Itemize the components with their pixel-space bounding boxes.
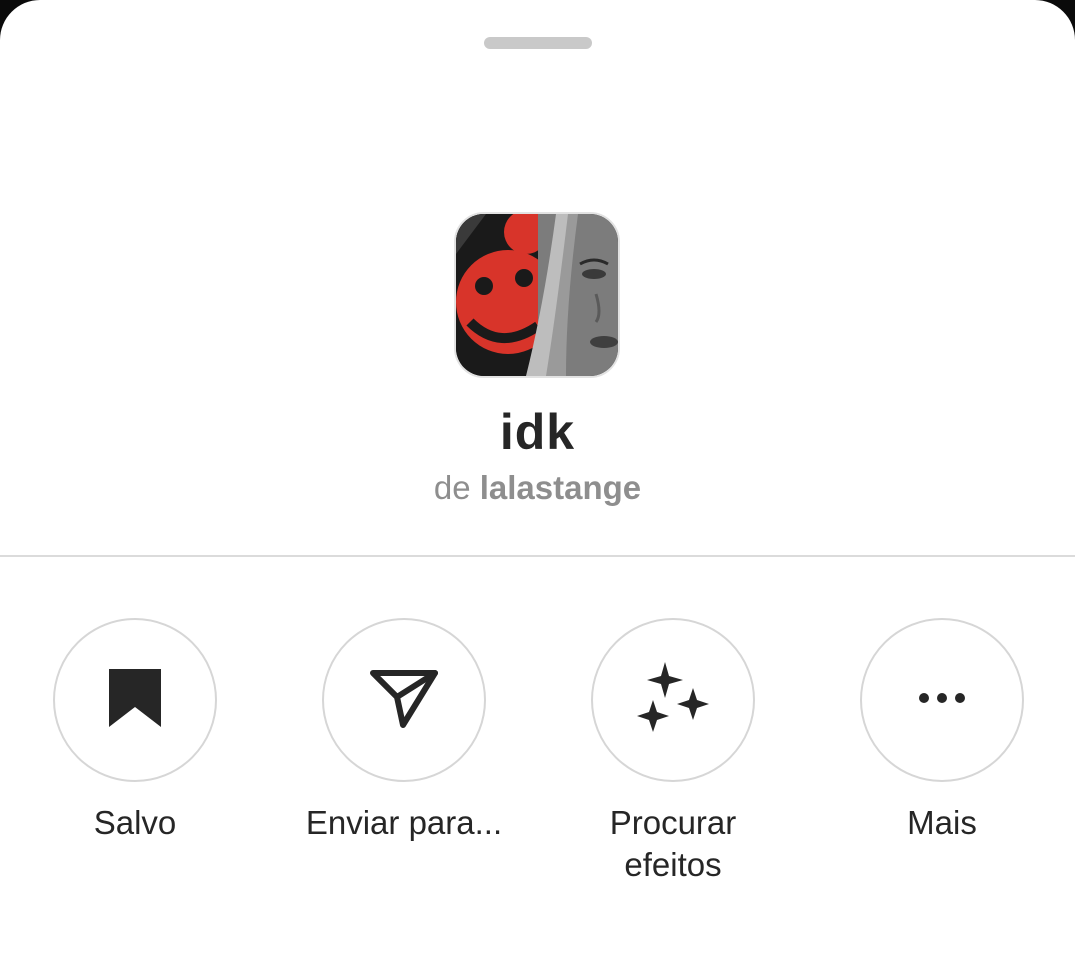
send-action[interactable]: Enviar para... — [284, 618, 524, 844]
send-icon — [369, 667, 439, 734]
more-action[interactable]: Mais — [822, 618, 1062, 844]
send-button[interactable] — [322, 618, 486, 782]
bottom-sheet: idk de lalastange Salvo Enviar para... P… — [0, 0, 1075, 960]
more-horizontal-icon — [918, 691, 966, 709]
send-label: Enviar para... — [305, 804, 503, 841]
effect-title: idk — [499, 404, 576, 460]
browse-effects-action[interactable]: Procurar efeitos — [553, 618, 793, 886]
bookmark-filled-icon — [107, 667, 163, 734]
save-action[interactable]: Salvo — [15, 618, 255, 844]
sheet-drag-handle[interactable] — [484, 37, 592, 49]
sparkles-icon — [635, 660, 711, 741]
effect-author-line: de lalastange — [0, 468, 1075, 508]
author-link[interactable]: lalastange — [480, 469, 641, 506]
more-button[interactable] — [860, 618, 1024, 782]
divider — [0, 555, 1075, 557]
browse-effects-label: Procurar efeitos — [609, 804, 737, 883]
save-label: Salvo — [93, 804, 177, 841]
more-label: Mais — [907, 804, 977, 841]
browse-effects-button[interactable] — [591, 618, 755, 782]
effect-thumbnail[interactable] — [454, 212, 620, 378]
byline-prefix: de — [433, 469, 471, 506]
save-button[interactable] — [53, 618, 217, 782]
